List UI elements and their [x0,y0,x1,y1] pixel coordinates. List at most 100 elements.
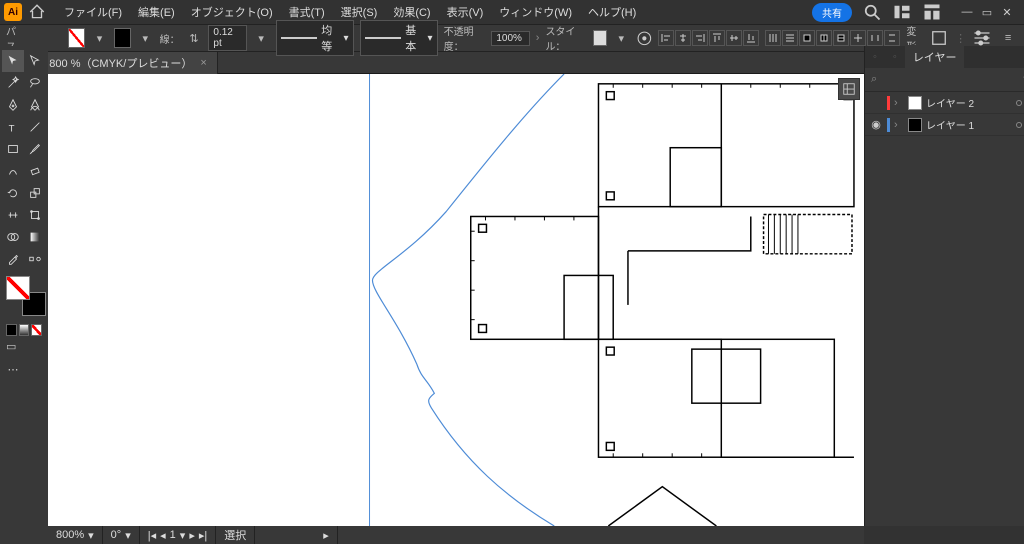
visibility-toggle[interactable]: ◉ [869,118,883,131]
current-tool: 選択 [216,526,255,544]
twirl-icon[interactable]: › [894,119,904,131]
stroke-stepper-icon[interactable]: ⇅ [186,28,203,48]
artboard-nav[interactable]: |◂◂1▾▸▸| [140,526,217,544]
panel-menu-icon[interactable]: ≡ [998,28,1018,48]
dist-8-icon[interactable] [884,30,900,46]
color-mode-icon[interactable] [6,324,17,336]
dist-7-icon[interactable] [867,30,883,46]
artboard[interactable] [48,74,864,526]
home-icon[interactable] [28,3,46,21]
align-top-icon[interactable] [709,30,725,46]
menubar: Ai ファイル(F) 編集(E) オブジェクト(O) 書式(T) 選択(S) 効… [0,0,1024,24]
stroke-label: 線： [160,31,180,46]
stroke-dropdown-icon[interactable]: ▾ [137,28,154,48]
layer-name[interactable]: レイヤー 2 [926,95,1012,110]
free-transform-tool[interactable] [24,204,46,226]
prefs-icon[interactable] [972,28,992,48]
fill-indicator[interactable] [6,276,30,300]
eraser-tool[interactable] [24,160,46,182]
shape-builder-tool[interactable] [2,226,24,248]
status-bar: 800%▾ 0°▾ |◂◂1▾▸▸| 選択 ▸ [48,526,864,544]
menu-object[interactable]: オブジェクト(O) [183,0,281,24]
dist-6-icon[interactable] [850,30,866,46]
panel-tab-1[interactable]: ◦ [865,47,885,67]
menu-help[interactable]: ヘルプ(H) [580,0,644,24]
rotate-tool[interactable] [2,182,24,204]
recolor-icon[interactable] [636,28,653,48]
layer-row-1[interactable]: ◉ › レイヤー 1 [865,114,1024,136]
type-tool[interactable]: T [2,116,24,138]
share-button[interactable]: 共有 [812,3,852,22]
stroke-weight-dropdown[interactable]: ▾ [253,28,270,48]
align-center-h-icon[interactable] [675,30,691,46]
canvas-overlay-icon[interactable] [838,78,860,100]
panel-collapse-icon[interactable]: » [1018,47,1024,67]
target-icon[interactable] [1016,100,1022,106]
maximize-button[interactable]: ▭ [980,6,994,19]
stroke-swatch[interactable] [114,28,131,48]
workspace-icon[interactable] [922,2,942,22]
menu-view[interactable]: 表示(V) [439,0,492,24]
svg-text:T: T [9,123,15,134]
style-swatch[interactable] [593,30,607,46]
minimize-button[interactable]: — [960,6,974,19]
opacity-input[interactable]: 100% [491,31,529,46]
stroke-weight-input[interactable]: 0.12 pt [208,25,246,51]
edit-toolbar-icon[interactable]: ⋯ [2,358,24,380]
status-play-icon[interactable]: ▸ [315,526,338,544]
toolbox: T ▭ ⋯ [0,46,48,544]
align-bottom-icon[interactable] [743,30,759,46]
align-right-icon[interactable] [692,30,708,46]
fill-dropdown-icon[interactable]: ▾ [91,28,108,48]
arrange-docs-icon[interactable] [892,2,912,22]
align-center-v-icon[interactable] [726,30,742,46]
stroke-brush-basic[interactable]: 基本▾ [360,20,438,56]
dist-4-icon[interactable] [816,30,832,46]
menu-file[interactable]: ファイル(F) [56,0,130,24]
style-dropdown[interactable]: ▾ [613,28,630,48]
target-icon[interactable] [1016,122,1022,128]
rectangle-tool[interactable] [2,138,24,160]
dist-5-icon[interactable] [833,30,849,46]
width-tool[interactable] [2,204,24,226]
blend-tool[interactable] [24,248,46,270]
zoom-level[interactable]: 800%▾ [48,526,103,544]
curvature-tool[interactable] [24,94,46,116]
layer-search-input[interactable] [883,74,1015,85]
pen-tool[interactable] [2,94,24,116]
screen-mode-icon[interactable]: ▭ [6,340,16,352]
none-mode-icon[interactable] [31,324,42,336]
scale-tool[interactable] [24,182,46,204]
eyedropper-tool[interactable] [2,248,24,270]
magic-wand-tool[interactable] [2,72,24,94]
selection-tool[interactable] [2,50,24,72]
search-icon[interactable] [862,2,882,22]
panel-tab-layers[interactable]: レイヤー [905,45,965,69]
fill-swatch[interactable] [68,28,85,48]
menu-window[interactable]: ウィンドウ(W) [491,0,580,24]
line-tool[interactable] [24,116,46,138]
close-button[interactable]: ✕ [1000,6,1014,19]
window-controls: — ▭ ✕ [960,6,1014,19]
layer-name[interactable]: レイヤー 1 [926,117,1012,132]
tab-close-icon[interactable]: × [200,57,206,69]
dist-2-icon[interactable] [782,30,798,46]
menu-edit[interactable]: 編集(E) [130,0,183,24]
direct-selection-tool[interactable] [24,50,46,72]
layer-row-2[interactable]: › レイヤー 2 [865,92,1024,114]
gradient-mode-icon[interactable] [19,324,30,336]
dist-1-icon[interactable] [765,30,781,46]
drawing-content [48,74,864,526]
align-left-icon[interactable] [658,30,674,46]
twirl-icon[interactable]: › [894,97,904,109]
paintbrush-tool[interactable] [24,138,46,160]
fill-stroke-indicator[interactable] [6,276,46,316]
right-panel: ◦ ◦ レイヤー » ⌕ ▼ › レイヤー 2 ◉ › レイヤー 1 [864,46,1024,526]
rotate-view[interactable]: 0°▾ [103,526,140,544]
stroke-profile-uniform[interactable]: 均等▾ [276,20,354,56]
dist-3-icon[interactable] [799,30,815,46]
lasso-tool[interactable] [24,72,46,94]
gradient-tool[interactable] [24,226,46,248]
shaper-tool[interactable] [2,160,24,182]
panel-tab-2[interactable]: ◦ [885,47,905,67]
